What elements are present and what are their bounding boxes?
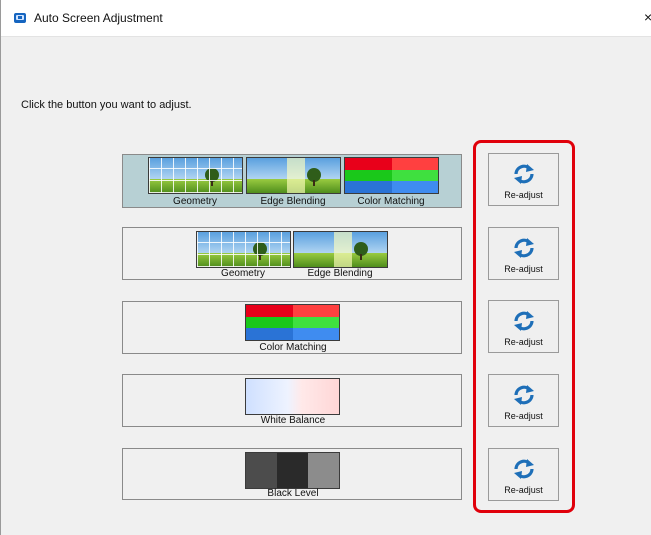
panel-label-white-balance: White Balance xyxy=(260,415,326,426)
instruction-text: Click the button you want to adjust. xyxy=(21,99,192,111)
adjust-panel-white-balance[interactable]: White Balance xyxy=(122,374,462,427)
panel-label-black-level: Black Level xyxy=(267,488,319,499)
title-bar: Auto Screen Adjustment × xyxy=(1,0,651,37)
panel-label-edge-blending: Edge Blending xyxy=(307,268,373,279)
geometry-thumbnail xyxy=(148,157,243,194)
auto-screen-adjustment-window: Auto Screen Adjustment × Click the butto… xyxy=(0,0,651,535)
black-level-thumbnail xyxy=(245,452,340,489)
adjust-panel-all[interactable]: Geometry Edge Blending Color Matching xyxy=(122,154,462,208)
color-matching-thumbnail xyxy=(344,157,439,194)
window-title: Auto Screen Adjustment xyxy=(34,11,163,25)
close-icon[interactable]: × xyxy=(644,9,651,25)
color-matching-thumbnail xyxy=(245,304,340,341)
readjust-highlight-frame xyxy=(473,140,575,513)
adjust-panel-color-matching[interactable]: Color Matching xyxy=(122,301,462,354)
white-balance-thumbnail xyxy=(245,378,340,415)
edge-blending-thumbnail xyxy=(246,157,341,194)
app-icon xyxy=(14,13,26,23)
adjust-panel-geometry-blending[interactable]: Geometry Edge Blending xyxy=(122,227,462,280)
panel-label-color-matching: Color Matching xyxy=(357,196,425,207)
edge-blending-thumbnail xyxy=(293,231,388,268)
geometry-thumbnail xyxy=(196,231,291,268)
panel-label-color-matching: Color Matching xyxy=(259,342,327,353)
adjust-panel-black-level[interactable]: Black Level xyxy=(122,448,462,500)
